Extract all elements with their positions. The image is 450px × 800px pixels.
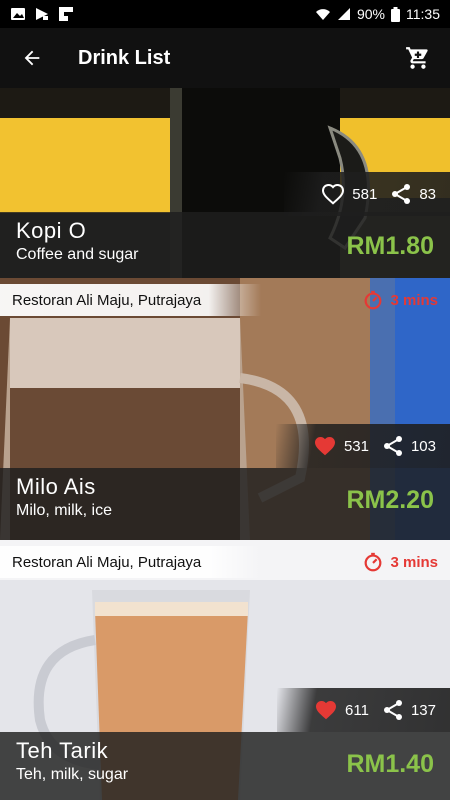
status-bar: 90% 11:35 (0, 0, 450, 28)
share-icon[interactable] (381, 697, 405, 723)
shopping-cart-icon (406, 47, 428, 69)
drink-price: RM1.40 (346, 750, 434, 778)
restaurant-label: Restoran Ali Maju, Putrajaya (0, 284, 262, 316)
social-stats: 581 83 (284, 172, 450, 216)
heart-outline-icon[interactable] (320, 182, 346, 206)
heart-filled-icon[interactable] (313, 698, 339, 722)
timer-icon (365, 552, 382, 572)
cart-button[interactable] (402, 42, 434, 74)
system-icons: 90% 11:35 (315, 6, 440, 22)
app-bar: Drink List (0, 28, 450, 88)
clock: 11:35 (406, 6, 440, 22)
delivery-time: 3 mins (362, 284, 438, 316)
notification-icons (10, 6, 74, 22)
drink-price: RM2.20 (346, 486, 434, 514)
drink-info: Kopi O Coffee and sugar RM1.80 (0, 212, 450, 278)
wifi-icon (315, 9, 330, 20)
share-icon[interactable] (389, 181, 413, 207)
like-count: 531 (343, 437, 369, 455)
heart-filled-icon[interactable] (312, 434, 338, 458)
play-notification-icon (36, 8, 48, 20)
social-stats: 611 137 (277, 688, 450, 732)
share-count: 83 (419, 185, 436, 203)
drink-price: RM1.80 (346, 232, 434, 260)
share-count: 103 (410, 437, 436, 455)
restaurant-label: Restoran Ali Maju, Putrajaya (0, 546, 262, 578)
battery-icon (391, 6, 400, 22)
delivery-time-text: 3 mins (390, 553, 438, 571)
drink-card[interactable]: Restoran Ali Maju, Putrajaya 3 mins 611 … (0, 540, 450, 800)
share-icon[interactable] (381, 433, 405, 459)
arrow-back-icon (24, 50, 40, 66)
flipboard-notification-icon (59, 7, 73, 21)
like-count: 581 (352, 185, 378, 203)
delivery-time-text: 3 mins (390, 291, 438, 309)
drink-card[interactable]: 581 83 Kopi O Coffee and sugar RM1.80 (0, 88, 450, 278)
drink-card[interactable]: Restoran Ali Maju, Putrajaya 3 mins 531 … (0, 278, 450, 540)
image-notification-icon (11, 8, 25, 20)
drink-list[interactable]: 581 83 Kopi O Coffee and sugar RM1.80 Re… (0, 88, 450, 800)
timer-icon (365, 290, 382, 310)
battery-percentage: 90% (356, 6, 385, 22)
drink-info: Teh Tarik Teh, milk, sugar RM1.40 (0, 732, 450, 800)
like-count: 611 (345, 701, 369, 719)
back-button[interactable] (16, 42, 48, 74)
share-count: 137 (410, 701, 436, 719)
delivery-time: 3 mins (362, 546, 438, 578)
signal-icon (337, 8, 350, 20)
page-title: Drink List (78, 46, 171, 69)
drink-info: Milo Ais Milo, milk, ice RM2.20 (0, 468, 450, 540)
social-stats: 531 103 (275, 424, 450, 468)
